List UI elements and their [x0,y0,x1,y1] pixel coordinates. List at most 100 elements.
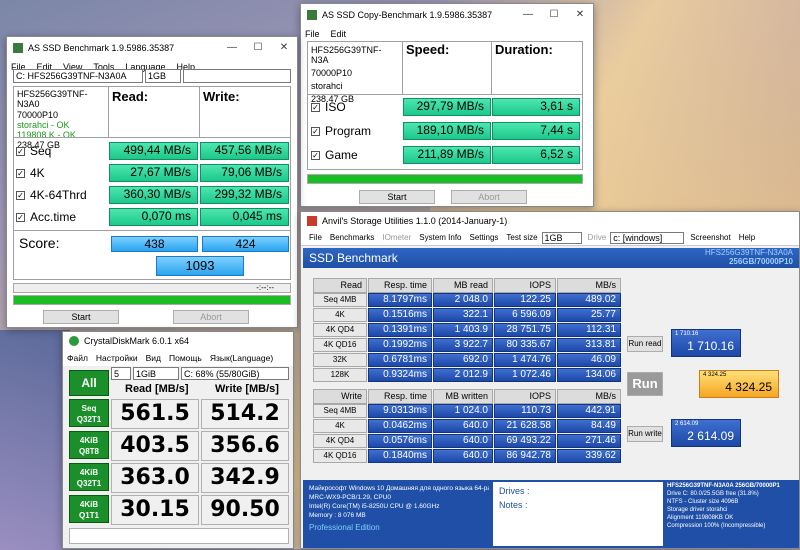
extra-input[interactable] [183,69,291,83]
menu-language[interactable]: Язык(Language) [210,353,273,363]
drive-select[interactable]: C: HFS256G39TNF-N3A0A [13,69,143,83]
cdm-comment-field[interactable] [69,528,289,544]
drive-select[interactable]: C: 68% (55/80GiB) [181,367,289,380]
minimize-icon[interactable]: — [515,4,541,26]
copy-row-game[interactable]: ✓ Game [311,145,358,165]
read-row-5-iops: 1 072.46 [494,368,556,382]
run-button[interactable]: Run [627,372,663,396]
cdm-test-seq-l2: Q32T1 [76,415,102,424]
read-row-0-mb: 2 048.0 [433,293,493,307]
cdm-menubar: Файл Настройки Вид Помощь Язык(Language) [63,350,293,366]
read-row-1-label: 4K [313,308,367,322]
app-icon [13,43,23,53]
anvil-title-bar: Anvil's Storage Utilities 1.1.0 (2014-Ja… [301,212,799,230]
cdm-read-header: Read [MB/s] [125,383,189,395]
menu-file[interactable]: File [309,233,322,242]
cdm-test-q1t1-l1: 4KiB [79,500,99,509]
read-row-5-mbs: 134.06 [557,368,621,382]
info-model: HFS256G39TNF-N3A0 [17,89,88,109]
cdm-test-q8t8[interactable]: 4KiB Q8T8 [69,431,109,459]
banner-model2: 256GB/70000P10 [728,257,793,266]
minimize-icon[interactable]: — [219,37,245,59]
cdm-test-q1t1[interactable]: 4KiB Q1T1 [69,495,109,523]
copy-abort-button[interactable]: Abort [451,190,527,204]
screenshot-button[interactable]: Screenshot [690,233,730,242]
write-row-0-iops: 110.73 [494,404,556,418]
cdm-test-q8t8-l2: Q8T8 [78,447,99,456]
cdm-test-seq[interactable]: Seq Q32T1 [69,399,109,427]
menu-settings[interactable]: Settings [470,233,499,242]
checkbox-icon[interactable]: ✓ [16,190,25,200]
start-button[interactable]: Start [43,310,119,324]
menu-help[interactable]: Помощь [169,353,202,363]
read-row-1-iops: 6 596.09 [494,308,556,322]
checkbox-icon[interactable]: ✓ [16,168,25,178]
checkbox-icon[interactable]: ✓ [16,146,25,156]
copy-info-model: HFS256G39TNF-N3A [311,45,382,65]
menu-benchmarks[interactable]: Benchmarks [330,233,374,242]
menu-file[interactable]: Файл [67,353,88,363]
copy-start-button[interactable]: Start [359,190,435,204]
menu-view[interactable]: Вид [146,353,161,363]
menu-testsize: Test size [506,233,538,242]
read-col-0: Read [313,278,367,293]
cdm-test-q32t1[interactable]: 4KiB Q32T1 [69,463,109,491]
test-size-select[interactable]: 1GB [541,231,582,244]
count-select[interactable]: 5 [111,367,131,380]
drives-label: Drives : [499,486,530,496]
maximize-icon[interactable]: ☐ [541,4,567,26]
checkbox-icon[interactable]: ✓ [311,150,320,160]
write-row-3-resp: 0.1840ms [368,449,432,463]
as-ssd-window: AS SSD Benchmark 1.9.5986.35387 — ☐ ✕ File… [6,36,298,328]
write-row-3-iops: 86 942.78 [494,449,556,463]
row-4k[interactable]: ✓ 4K [16,163,45,183]
write-col-3: IOPS [494,389,556,404]
write-col-0: Write [313,389,367,404]
read-row-1-mb: 322.1 [433,308,493,322]
read-row-5-resp: 0.9324ms [368,368,432,382]
size-select[interactable]: 1GB [145,69,181,83]
help-button[interactable]: Help [739,233,755,242]
drive-select[interactable]: c: [windows] [610,231,685,244]
detail-1: Drive C: 80.0/25.5GB free (31.8%) [667,491,759,497]
read-row-5-mb: 2 012.9 [433,368,493,382]
close-icon[interactable]: ✕ [567,4,593,26]
menu-file[interactable]: File [305,29,320,39]
detail-5: Alignment 119808KB OK [667,515,734,521]
app-icon [307,10,317,20]
menu-iometer[interactable]: IOmeter [382,233,411,242]
menu-edit[interactable]: Edit [331,29,347,39]
banner-model: HFS256G39TNF-N3A0A [704,248,793,257]
sys-line-0: Майкрософт Windows 10 Домашняя для одног… [309,485,489,492]
write-col-4: MB/s [557,389,621,404]
row-4k64[interactable]: ✓ 4K-64Thrd [16,185,87,205]
write-row-0-mbs: 442.91 [557,404,621,418]
cdm-test-q8t8-l1: 4KiB [79,436,99,445]
copy-row-iso[interactable]: ✓ ISO [311,97,346,117]
write-row-2-iops: 69 493.22 [494,434,556,448]
close-icon[interactable]: ✕ [271,37,297,59]
abort-button[interactable]: Abort [173,310,249,324]
maximize-icon[interactable]: ☐ [245,37,271,59]
copy-speed-game: 211,89 MB/s [403,146,491,164]
read-row-3-mb: 3 922.7 [433,338,493,352]
checkbox-icon[interactable]: ✓ [311,126,320,136]
write-4k: 79,06 MB/s [200,164,289,182]
row-acc[interactable]: ✓ Acc.time [16,207,76,227]
read-score-small: 1 710.16 [675,331,699,337]
run-write-button[interactable]: Run write [627,426,663,442]
all-button[interactable]: All [69,370,109,396]
info-driver: storahci - OK [17,120,70,130]
copy-speed-iso: 297,79 MB/s [403,98,491,116]
copy-row-program[interactable]: ✓ Program [311,121,371,141]
menu-settings[interactable]: Настройки [96,353,138,363]
drives-notes-box[interactable]: Drives : Notes : [493,482,663,546]
as-ssd-title-bar: AS SSD Benchmark 1.9.5986.35387 — ☐ ✕ [7,37,297,59]
menu-sysinfo[interactable]: System Info [419,233,461,242]
checkbox-icon[interactable]: ✓ [16,212,25,222]
size-select[interactable]: 1GiB [133,367,179,380]
score-total: 1093 [156,256,244,276]
checkbox-icon[interactable]: ✓ [311,102,320,112]
run-read-button[interactable]: Run read [627,336,663,352]
row-seq[interactable]: ✓ Seq [16,141,51,161]
